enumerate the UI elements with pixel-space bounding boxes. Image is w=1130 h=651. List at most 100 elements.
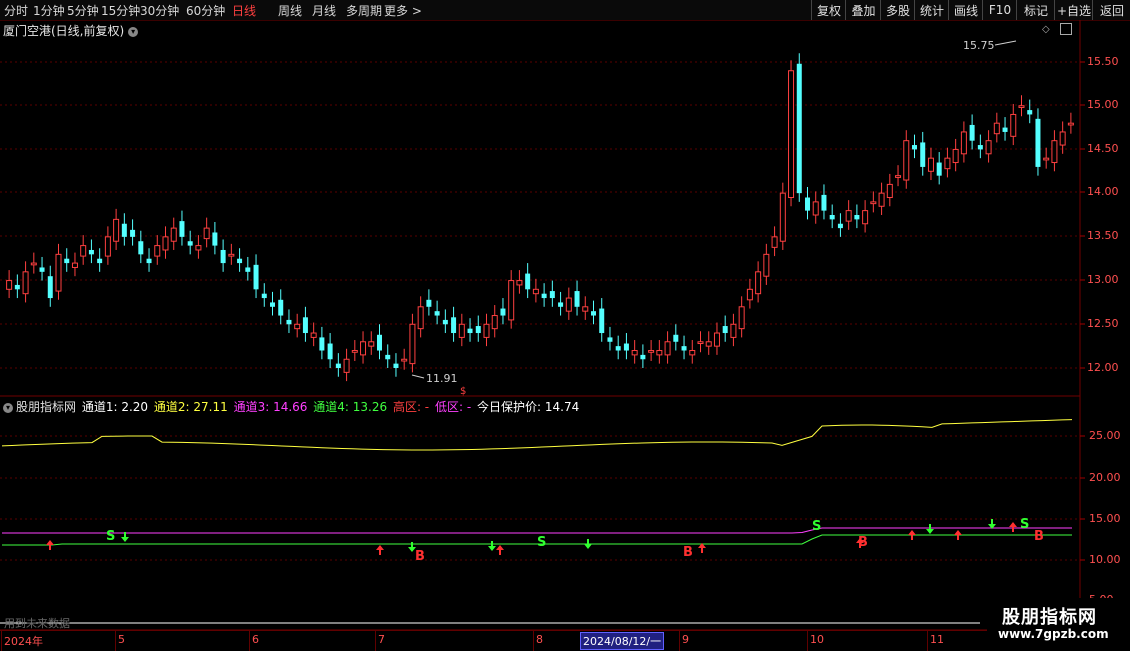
candle-down xyxy=(920,142,926,167)
candle-down xyxy=(385,354,391,360)
period-tab-7[interactable]: 周线 xyxy=(278,2,302,19)
toolbar-button-6[interactable]: 标记 xyxy=(1016,0,1055,20)
channel-1-value: 通道1: 2.20 xyxy=(81,400,149,414)
toolbar-button-5[interactable]: F10 xyxy=(982,0,1017,20)
candle-up xyxy=(788,70,795,199)
candle-up xyxy=(886,183,893,199)
toolbar-button-8[interactable]: 返回 xyxy=(1092,0,1130,20)
period-tab-2[interactable]: 5分钟 xyxy=(67,2,99,19)
candle-up xyxy=(360,341,367,356)
high-marker-line xyxy=(994,40,1017,46)
candle-down xyxy=(541,293,547,299)
candle-up xyxy=(294,323,301,330)
candle-up xyxy=(1067,122,1074,126)
candle-up xyxy=(960,131,967,155)
buy-arrow-icon xyxy=(496,545,504,555)
candle-up xyxy=(417,306,424,330)
candle-down xyxy=(286,319,292,325)
candle-down xyxy=(640,354,646,360)
price-tick-label: 15.00 xyxy=(1087,98,1119,111)
period-tab-6[interactable]: 日线 xyxy=(232,2,256,19)
candle-down xyxy=(130,229,136,237)
candle-up xyxy=(779,192,786,242)
low-marker-line xyxy=(411,374,425,379)
candle-up xyxy=(565,297,572,312)
candle-up xyxy=(368,341,375,347)
candle-down xyxy=(854,215,860,220)
candle-up xyxy=(755,271,762,295)
signal-letter: B xyxy=(415,549,425,564)
buy-arrow-icon xyxy=(698,543,706,553)
candle-down xyxy=(607,337,613,342)
panel-toggle-icon[interactable] xyxy=(1060,23,1072,35)
date-axis: 2024/08/12/一 2024年 5 6 7 8 9 10 11 xyxy=(0,630,1130,651)
candle-down xyxy=(278,299,284,316)
toolbar-button-3[interactable]: 统计 xyxy=(914,0,949,20)
price-tick-label: 12.00 xyxy=(1087,361,1119,374)
indicator-tick-label: 15.00 xyxy=(1089,512,1121,525)
diamond-icon[interactable]: ◇ xyxy=(1042,24,1050,35)
toolbar-button-2[interactable]: 多股 xyxy=(880,0,915,20)
candle-up xyxy=(812,201,819,216)
candle-down xyxy=(237,258,243,264)
sell-arrow-icon xyxy=(488,541,496,551)
period-tab-4[interactable]: 30分钟 xyxy=(140,2,179,19)
candle-down xyxy=(805,197,810,211)
candle-up xyxy=(631,350,638,356)
candle-up xyxy=(697,341,704,345)
channel-2-value: 通道2: 27.11 xyxy=(153,400,228,414)
candle-up xyxy=(689,350,696,356)
candle-down xyxy=(969,124,975,141)
candle-up xyxy=(944,157,951,170)
candle-up xyxy=(170,227,177,242)
period-tab-9[interactable]: 多周期 xyxy=(346,2,382,19)
period-tab-5[interactable]: 60分钟 xyxy=(186,2,225,19)
candle-down xyxy=(615,346,621,351)
candle-down xyxy=(187,241,193,246)
candle-up xyxy=(582,306,589,312)
chevron-down-icon[interactable]: ▾ xyxy=(128,26,139,37)
candle-down xyxy=(121,223,127,237)
period-tab-8[interactable]: 月线 xyxy=(312,2,336,19)
period-tab-0[interactable]: 分时 xyxy=(4,2,28,19)
period-tab-10[interactable]: 更多 > xyxy=(384,2,422,19)
candle-down xyxy=(335,363,341,368)
period-tab-1[interactable]: 1分钟 xyxy=(33,2,65,19)
candle-up xyxy=(713,332,720,347)
signal-letter: S xyxy=(106,529,115,544)
indicator-tick-label: 25.00 xyxy=(1089,429,1121,442)
candle-up xyxy=(195,245,202,251)
channel-4-line xyxy=(2,534,1072,546)
candle-up xyxy=(1010,113,1017,137)
candle-down xyxy=(138,241,144,255)
candlestick-chart[interactable]: 15.7511.91$S SS SB BB B xyxy=(0,0,1130,650)
candle-down xyxy=(475,326,481,334)
watermark-name: 股朋指标网 xyxy=(1002,607,1097,628)
candle-up xyxy=(483,323,490,338)
candle-down xyxy=(673,334,679,342)
candle-up xyxy=(401,358,408,362)
candle-down xyxy=(549,291,555,299)
candle-down xyxy=(525,273,531,290)
chart-title: 厦门空港(日线,前复权) ▾ xyxy=(3,22,139,39)
candle-down xyxy=(146,258,152,264)
toolbar-button-4[interactable]: 画线 xyxy=(948,0,983,20)
candle-down xyxy=(829,215,835,220)
candle-up xyxy=(664,341,671,356)
candle-down xyxy=(179,221,185,237)
candle-down xyxy=(912,145,917,150)
candle-up xyxy=(491,315,498,330)
signal-letter: S xyxy=(812,519,821,534)
toolbar-button-1[interactable]: 叠加 xyxy=(845,0,881,20)
channel-4-value: 通道4: 13.26 xyxy=(313,400,388,414)
toolbar-button-0[interactable]: 复权 xyxy=(811,0,846,20)
channel-3-value: 通道3: 14.66 xyxy=(233,400,308,414)
toolbar-button-7[interactable]: +自选 xyxy=(1054,0,1093,20)
candle-down xyxy=(1027,110,1033,115)
candle-down xyxy=(977,145,983,150)
selected-date: 2024/08/12/一 xyxy=(580,632,665,650)
period-tab-3[interactable]: 15分钟 xyxy=(101,2,140,19)
chevron-down-icon[interactable]: ▾ xyxy=(3,402,13,413)
candle-up xyxy=(705,341,712,347)
candle-up xyxy=(1051,140,1058,164)
